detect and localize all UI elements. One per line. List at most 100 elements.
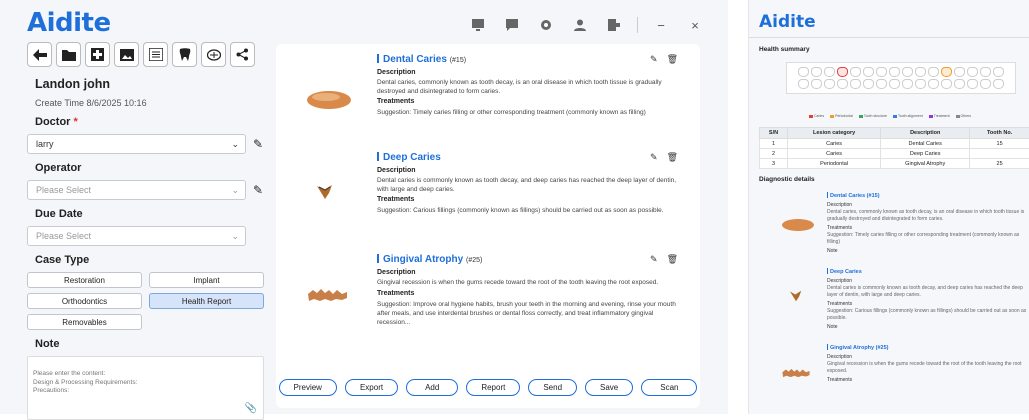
legend-item: Tooth structure [859,114,887,118]
send-button[interactable]: Send [528,379,577,396]
tooth-cell [811,67,822,77]
note-textarea[interactable]: Please enter the content: Design & Proce… [27,356,264,420]
legend-item: Periodontal [830,114,853,118]
add-button[interactable]: Add [406,379,458,396]
save-button[interactable]: Save [585,379,633,396]
monitor-icon[interactable] [467,14,489,36]
report-preview: Aidite Health summary Caries Periodontal… [748,0,1029,414]
case-type-orthodontics[interactable]: Orthodontics [27,293,142,309]
tooth-cell [954,67,965,77]
description-label: Description [377,269,416,276]
scan-icon[interactable] [201,42,226,67]
due-date-select[interactable]: Please Select⌄ [27,226,246,246]
doctor-select[interactable]: larry⌄ [27,134,246,154]
legend-swatch [956,115,960,118]
column-header: Lesion category [787,128,880,139]
tooth-cell [876,79,887,89]
legend-item: Caries [809,114,824,118]
treatments-label: Treatments [827,377,1027,383]
edit-icon[interactable]: ✎ [650,152,658,163]
folder-icon[interactable] [56,42,81,67]
tooth-cell [863,79,874,89]
table-cell: Periodontal [787,159,880,169]
lesion-table: S/N Lesion category Description Tooth No… [759,127,1029,169]
legend-item: Treatment [929,114,950,118]
due-date-label: Due Date [35,208,267,220]
tooth-cell [798,67,809,77]
tooth-cell [837,67,848,77]
doctor-label: Doctor * [35,116,267,128]
tooth-cell [850,79,861,89]
legend-item: Tooth alignment [893,114,923,118]
tooth-3d-thumbnail [789,290,803,302]
column-header: Tooth No. [970,128,1029,139]
treatments-label: Treatments [377,290,414,297]
xray-icon[interactable] [143,42,168,67]
legend-item: Others [956,114,972,118]
tooth-cell [863,67,874,77]
table-row: 2 Caries Deep Caries [760,149,1029,159]
case-type-health-report[interactable]: Health Report [149,293,264,309]
tooth-icon[interactable] [172,42,197,67]
edit-icon[interactable]: ✎ [650,54,658,65]
tooth-cell [941,67,952,77]
export-button[interactable]: Export [345,379,398,396]
report-button[interactable]: Report [466,379,520,396]
tooth-cell [980,79,991,89]
share-icon[interactable] [230,42,255,67]
feedback-icon[interactable] [501,14,523,36]
treatments-label: Treatments [827,301,1027,307]
delete-icon[interactable]: 🗑 [667,254,678,265]
back-icon[interactable] [27,42,52,67]
health-summary-heading: Health summary [759,46,810,53]
legend-swatch [859,115,863,118]
tooth-cell [902,67,913,77]
case-type-removables[interactable]: Removables [27,314,142,330]
description-text: Dental caries, commonly known as tooth d… [377,78,687,96]
minimize-button[interactable]: − [650,14,672,36]
image-icon[interactable] [114,42,139,67]
report-diagnosis-block: Dental Caries (#15) Description Dental c… [827,192,1027,254]
edit-icon[interactable]: ✎ [650,254,658,265]
description-text: Dental caries is commonly known as tooth… [377,176,687,194]
divider [749,37,1029,38]
description-text: Dental caries is commonly known as tooth… [827,285,1027,298]
upper-teeth-row [789,67,1013,77]
table-header-row: S/N Lesion category Description Tooth No… [760,128,1029,139]
delete-icon[interactable]: 🗑 [667,54,678,65]
tooth-cell [915,67,926,77]
close-button[interactable]: × [684,14,706,36]
tooth-chart-legend: Caries Periodontal Tooth structure Tooth… [809,114,971,118]
attachment-icon[interactable]: 📎 [245,402,257,415]
user-icon[interactable] [569,14,591,36]
tooth-3d-thumbnail [781,368,813,378]
preview-button[interactable]: Preview [279,379,337,396]
description-text: Gingival recession is when the gums rece… [827,361,1027,374]
table-cell: Caries [787,139,880,149]
operator-select[interactable]: Please Select⌄ [27,180,246,200]
description-text: Gingival recession is when the gums rece… [377,278,687,287]
settings-icon[interactable] [535,14,557,36]
tooth-cell [941,79,952,89]
treatments-label: Treatments [377,98,414,105]
logout-icon[interactable] [603,14,625,36]
lower-teeth-row [789,79,1013,89]
treatments-text: Suggestion: Timely caries filling or oth… [827,232,1027,245]
case-type-implant[interactable]: Implant [149,272,264,288]
description-label: Description [827,202,1027,208]
edit-icon[interactable]: ✎ [253,137,263,151]
delete-icon[interactable]: 🗑 [667,152,678,163]
tooth-cell [915,79,926,89]
report-card-title: Deep Caries [827,268,1027,275]
report-diagnosis-block: Gingival Atrophy (#25) Description Gingi… [827,344,1027,383]
description-label: Description [827,278,1027,284]
edit-icon[interactable]: ✎ [253,183,263,197]
card-title: Gingival Atrophy (#25) [377,254,482,265]
report-card-title: Dental Caries (#15) [827,192,1027,199]
scan-button[interactable]: Scan [641,379,697,396]
tooth-cell [902,79,913,89]
add-box-icon[interactable] [85,42,110,67]
tooth-cell [824,79,835,89]
case-type-restoration[interactable]: Restoration [27,272,142,288]
tooth-cell [889,67,900,77]
